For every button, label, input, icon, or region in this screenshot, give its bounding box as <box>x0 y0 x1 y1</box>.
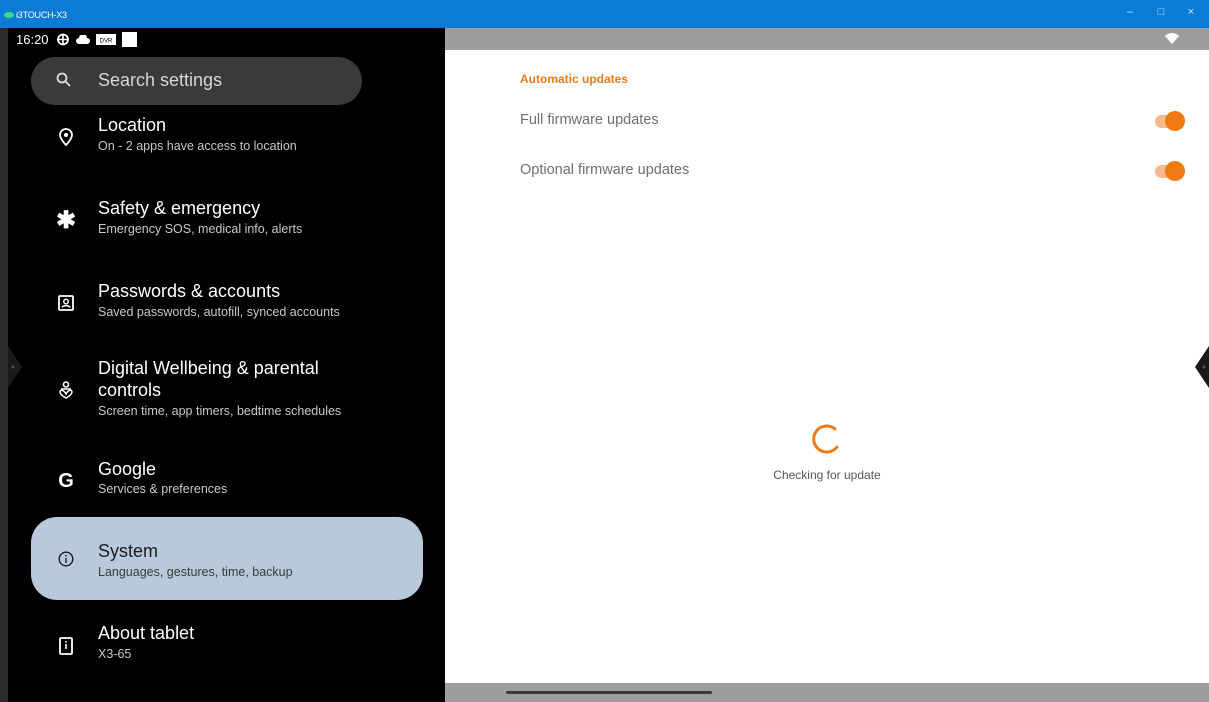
search-icon <box>56 72 71 87</box>
settings-item-subtitle: Saved passwords, autofill, synced accoun… <box>98 305 340 319</box>
window-titlebar: i3TOUCH-X3 – □ × <box>0 0 1209 28</box>
loading-spinner-icon <box>812 424 839 454</box>
maximize-button[interactable]: □ <box>1153 6 1169 18</box>
detail-pane: Automatic updates Full firmware updates … <box>445 28 1209 702</box>
full-firmware-updates-label: Full firmware updates <box>520 112 659 128</box>
settings-item-title-line1: Digital Wellbeing & parental <box>98 358 319 378</box>
status-bar: 16:20 DVR <box>8 28 445 50</box>
gesture-handle[interactable] <box>506 691 712 694</box>
full-firmware-updates-toggle[interactable] <box>1153 111 1185 131</box>
settings-item-location[interactable]: Location On - 2 apps have access to loca… <box>31 108 423 164</box>
search-placeholder: Search settings <box>98 70 223 90</box>
settings-item-title: Location <box>98 115 167 135</box>
app-icon <box>4 12 14 18</box>
settings-item-title: Safety & emergency <box>98 198 261 218</box>
settings-list-pane: 16:20 DVR Search settings Location On - … <box>8 28 445 702</box>
settings-item-title: About tablet <box>98 623 195 643</box>
optional-firmware-updates-label: Optional firmware updates <box>520 162 690 178</box>
right-side-handle[interactable] <box>1195 346 1209 388</box>
toggle-thumb <box>1165 111 1185 131</box>
asterisk-icon: ✱ <box>55 206 77 234</box>
settings-item-safety[interactable]: ✱ Safety & emergency Emergency SOS, medi… <box>31 191 423 247</box>
minimize-button[interactable]: – <box>1122 6 1138 18</box>
location-pin-icon <box>55 126 77 148</box>
search-bar[interactable]: Search settings <box>31 57 362 105</box>
google-g-icon: G <box>58 469 74 492</box>
close-button[interactable]: × <box>1183 6 1199 18</box>
settings-item-title: Google <box>98 459 157 479</box>
white-box-icon <box>122 32 137 47</box>
top-status-strip <box>445 28 1209 50</box>
settings-item-subtitle: Emergency SOS, medical info, alerts <box>98 222 303 236</box>
checking-status-text: Checking for update <box>773 468 881 482</box>
vpn-key-icon <box>57 33 69 46</box>
status-time: 16:20 <box>16 32 49 47</box>
left-side-handle[interactable] <box>8 346 22 388</box>
settings-item-passwords[interactable]: Passwords & accounts Saved passwords, au… <box>31 274 423 330</box>
settings-item-system[interactable]: System Languages, gestures, time, backup <box>31 517 423 600</box>
info-icon <box>55 548 77 570</box>
settings-item-subtitle: Languages, gestures, time, backup <box>98 565 293 579</box>
settings-item-title: Passwords & accounts <box>98 281 281 301</box>
account-box-icon <box>55 292 77 314</box>
wifi-icon <box>1165 33 1179 44</box>
window-title: i3TOUCH-X3 <box>16 10 67 20</box>
settings-item-subtitle: On - 2 apps have access to location <box>98 139 297 153</box>
window-frame-left <box>0 28 8 702</box>
dvr-text: DVR <box>100 39 113 45</box>
settings-item-subtitle: Screen time, app timers, bedtime schedul… <box>98 404 342 418</box>
settings-item-title-line2: controls <box>98 380 162 400</box>
cloud-icon <box>76 35 90 44</box>
settings-item-digital-wellbeing[interactable]: Digital Wellbeing & parental controls Sc… <box>31 354 423 426</box>
toggle-thumb <box>1165 161 1185 181</box>
settings-item-title: System <box>98 541 159 561</box>
section-header: Automatic updates <box>520 72 629 86</box>
optional-firmware-updates-toggle[interactable] <box>1153 161 1185 181</box>
settings-item-subtitle: X3-65 <box>98 647 132 661</box>
navigation-bar <box>445 683 1209 702</box>
wellbeing-icon <box>55 379 77 401</box>
settings-item-google[interactable]: G Google Services & preferences <box>31 453 423 509</box>
dvr-badge-icon: DVR <box>96 34 116 45</box>
settings-item-subtitle: Services & preferences <box>98 482 228 496</box>
settings-item-about-tablet[interactable]: About tablet X3-65 <box>31 618 423 674</box>
tablet-info-icon <box>55 635 77 657</box>
